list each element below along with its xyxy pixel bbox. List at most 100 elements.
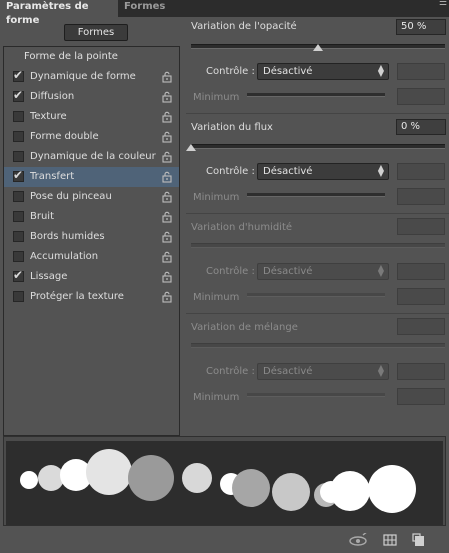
checkmark-icon: ✔ bbox=[13, 68, 24, 82]
option-label: Dynamique de forme bbox=[30, 71, 136, 82]
lock-icon[interactable] bbox=[161, 71, 173, 83]
mix-control-label: Contrôle : bbox=[206, 366, 255, 377]
flow-minimum-slider[interactable] bbox=[247, 193, 385, 197]
lock-icon[interactable] bbox=[161, 251, 173, 263]
lock-icon[interactable] bbox=[161, 151, 173, 163]
section-divider bbox=[186, 213, 449, 214]
lock-icon[interactable] bbox=[161, 171, 173, 183]
lock-icon[interactable] bbox=[161, 211, 173, 223]
mix-jitter-label: Variation de mélange bbox=[191, 322, 298, 333]
mix-jitter-slider bbox=[191, 343, 445, 348]
option-label: Diffusion bbox=[30, 91, 75, 102]
opacity-minimum-label: Minimum bbox=[193, 92, 240, 103]
preview-dab bbox=[368, 465, 416, 513]
section-divider bbox=[186, 313, 449, 314]
flow-control-select[interactable]: Désactivé ▲ ▼ bbox=[257, 163, 389, 180]
option-checkbox[interactable] bbox=[13, 231, 24, 242]
lock-icon[interactable] bbox=[161, 291, 173, 303]
preview-dab bbox=[182, 463, 212, 493]
option-label: Accumulation bbox=[30, 251, 99, 262]
lock-icon[interactable] bbox=[161, 91, 173, 103]
preview-dab bbox=[272, 473, 310, 511]
grid-icon[interactable] bbox=[383, 533, 397, 547]
option-checkbox[interactable]: ✔ bbox=[13, 88, 24, 102]
opacity-jitter-thumb[interactable] bbox=[313, 44, 323, 51]
option-label: Pose du pinceau bbox=[30, 191, 112, 202]
wetness-control-value: Désactivé bbox=[263, 266, 313, 277]
lock-icon[interactable] bbox=[161, 231, 173, 243]
brush-option-row[interactable]: Forme double bbox=[4, 127, 179, 147]
mix-minimum-value bbox=[397, 388, 445, 405]
mix-control-value: Désactivé bbox=[263, 366, 313, 377]
lock-icon[interactable] bbox=[161, 191, 173, 203]
option-label: Protéger la texture bbox=[30, 291, 124, 302]
option-checkbox[interactable] bbox=[13, 291, 24, 302]
option-checkbox[interactable]: ✔ bbox=[13, 68, 24, 82]
preview-dab bbox=[330, 471, 370, 511]
tab-brushes[interactable]: Formes bbox=[118, 0, 174, 17]
section-divider bbox=[186, 113, 449, 114]
checkmark-icon: ✔ bbox=[13, 268, 24, 282]
brush-option-row[interactable]: Accumulation bbox=[4, 247, 179, 267]
option-checkbox[interactable]: ✔ bbox=[13, 268, 24, 282]
wetness-jitter-label: Variation d'humidité bbox=[191, 222, 293, 233]
option-label: Forme double bbox=[30, 131, 99, 142]
brushes-button[interactable]: Formes bbox=[64, 24, 128, 41]
option-checkbox[interactable] bbox=[13, 111, 24, 122]
select-arrows-icon: ▲ ▼ bbox=[377, 163, 384, 178]
mix-jitter-value bbox=[397, 318, 445, 335]
flow-control-label: Contrôle : bbox=[206, 166, 255, 177]
opacity-control-label: Contrôle : bbox=[206, 66, 255, 77]
brush-option-row[interactable]: Protéger la texture bbox=[4, 287, 179, 307]
opacity-minimum-slider[interactable] bbox=[247, 93, 385, 97]
brush-option-row[interactable]: ✔ Transfert bbox=[4, 167, 179, 187]
option-checkbox[interactable] bbox=[13, 251, 24, 262]
bottom-toolbar bbox=[0, 527, 449, 553]
preview-dab bbox=[232, 469, 270, 507]
option-label: Bruit bbox=[30, 211, 55, 222]
option-checkbox[interactable] bbox=[13, 191, 24, 202]
opacity-minimum-value[interactable] bbox=[397, 88, 445, 105]
panel-menu-icon[interactable]: ☰ bbox=[439, 0, 447, 8]
brush-option-row[interactable]: Texture bbox=[4, 107, 179, 127]
option-checkbox[interactable] bbox=[13, 131, 24, 142]
wetness-minimum-value bbox=[397, 288, 445, 305]
option-label: Transfert bbox=[30, 171, 75, 182]
option-label: Bords humides bbox=[30, 231, 105, 242]
flow-jitter-thumb[interactable] bbox=[186, 144, 196, 151]
flow-jitter-value[interactable]: 0 % bbox=[396, 119, 446, 135]
lock-icon[interactable] bbox=[161, 271, 173, 283]
brush-option-row[interactable]: Pose du pinceau bbox=[4, 187, 179, 207]
brush-option-row[interactable]: ✔ Dynamique de forme bbox=[4, 67, 179, 87]
brush-option-row[interactable]: Bords humides bbox=[4, 227, 179, 247]
mix-control-extra bbox=[397, 363, 445, 380]
flow-jitter-slider[interactable] bbox=[191, 144, 445, 149]
wetness-control-select: Désactivé ▲ ▼ bbox=[257, 263, 389, 280]
opacity-control-select[interactable]: Désactivé ▲ ▼ bbox=[257, 63, 389, 80]
flow-minimum-value[interactable] bbox=[397, 188, 445, 205]
brush-tip-shape-item[interactable]: Forme de la pointe bbox=[4, 47, 179, 67]
brush-option-row[interactable]: Bruit bbox=[4, 207, 179, 227]
preview-dab bbox=[86, 449, 132, 495]
option-checkbox[interactable] bbox=[13, 151, 24, 162]
flow-minimum-label: Minimum bbox=[193, 192, 240, 203]
tab-brush-settings[interactable]: Paramètres de forme bbox=[0, 0, 118, 26]
new-preset-icon[interactable] bbox=[412, 533, 426, 547]
brush-options-list: Forme de la pointe ✔ Dynamique de forme ✔ D… bbox=[3, 46, 180, 436]
opacity-jitter-label: Variation de l'opacité bbox=[191, 21, 297, 32]
option-label: Dynamique de la couleur bbox=[30, 151, 156, 162]
opacity-jitter-value[interactable]: 50 % bbox=[396, 19, 446, 35]
brush-option-row[interactable]: ✔ Diffusion bbox=[4, 87, 179, 107]
option-label: Lissage bbox=[30, 271, 68, 282]
lock-icon[interactable] bbox=[161, 131, 173, 143]
lock-icon[interactable] bbox=[161, 111, 173, 123]
option-checkbox[interactable]: ✔ bbox=[13, 168, 24, 182]
brush-option-row[interactable]: Dynamique de la couleur bbox=[4, 147, 179, 167]
checkmark-icon: ✔ bbox=[13, 168, 24, 182]
option-checkbox[interactable] bbox=[13, 211, 24, 222]
flow-control-extra bbox=[397, 163, 445, 180]
brush-option-row[interactable]: ✔ Lissage bbox=[4, 267, 179, 287]
wetness-control-label: Contrôle : bbox=[206, 266, 255, 277]
option-label: Texture bbox=[30, 111, 67, 122]
brush-eye-icon[interactable] bbox=[349, 533, 369, 547]
